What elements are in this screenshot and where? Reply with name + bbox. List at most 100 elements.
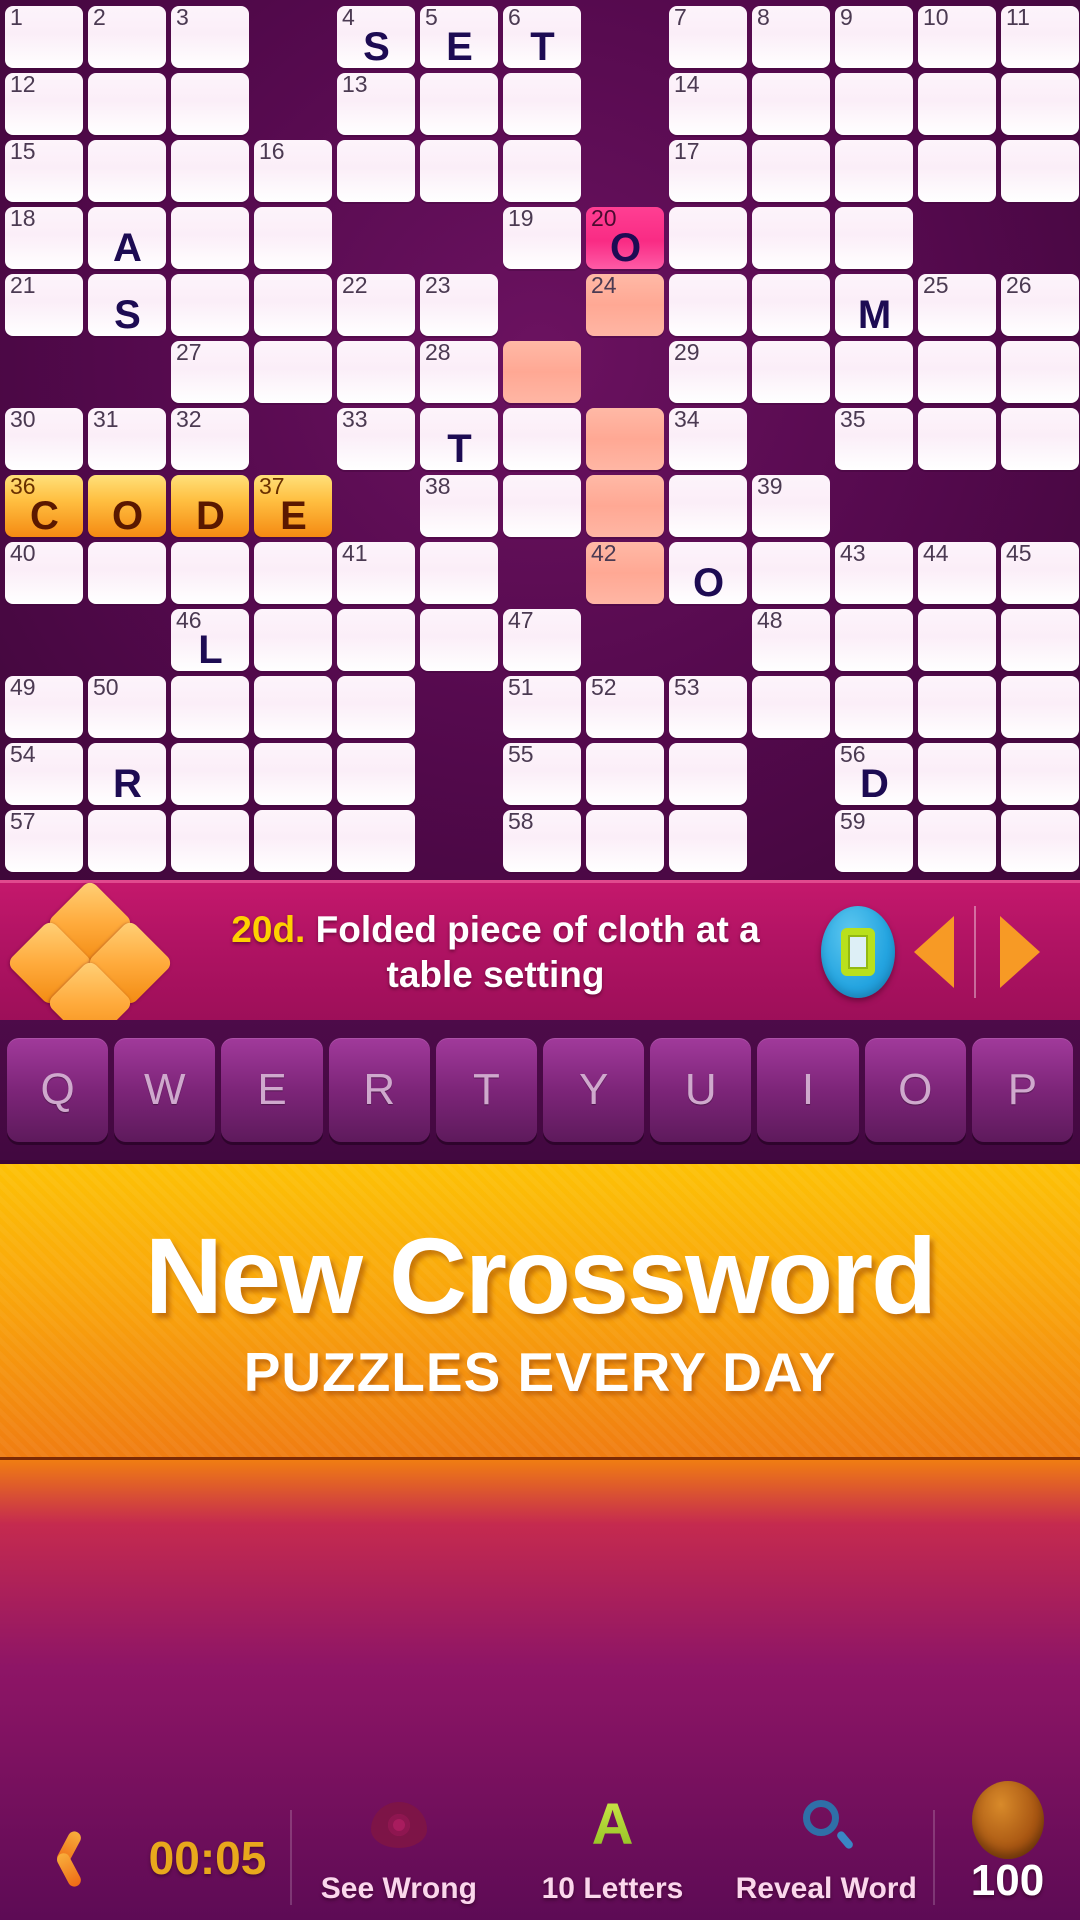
grid-cell[interactable] <box>335 808 418 875</box>
grid-cell[interactable]: D <box>169 473 252 540</box>
grid-cell[interactable] <box>667 205 750 272</box>
grid-cell[interactable]: 30 <box>3 406 86 473</box>
grid-cell[interactable]: 32 <box>169 406 252 473</box>
grid-cell[interactable]: 11 <box>999 4 1080 71</box>
grid-cell[interactable]: 28 <box>418 339 501 406</box>
grid-cell[interactable]: 40 <box>3 540 86 607</box>
grid-cell[interactable]: 19 <box>501 205 584 272</box>
grid-cell[interactable]: 34 <box>667 406 750 473</box>
grid-cell[interactable]: 14 <box>667 71 750 138</box>
grid-cell[interactable]: 39 <box>750 473 833 540</box>
grid-cell[interactable] <box>501 473 584 540</box>
grid-cell[interactable] <box>252 741 335 808</box>
grid-cell[interactable]: A <box>86 205 169 272</box>
grid-cell[interactable] <box>169 808 252 875</box>
grid-cell[interactable] <box>169 71 252 138</box>
grid-cell[interactable] <box>169 741 252 808</box>
grid-cell[interactable] <box>584 808 667 875</box>
grid-cell[interactable] <box>501 406 584 473</box>
next-clue-button[interactable] <box>996 915 1040 988</box>
grid-cell[interactable]: 55 <box>501 741 584 808</box>
grid-cell[interactable]: 56 D <box>833 741 916 808</box>
grid-cell[interactable] <box>750 205 833 272</box>
key-y[interactable]: Y <box>543 1038 645 1142</box>
grid-cell[interactable]: 35 <box>833 406 916 473</box>
grid-cell[interactable] <box>999 71 1080 138</box>
grid-cell[interactable] <box>252 607 335 674</box>
grid-cell[interactable] <box>584 406 667 473</box>
grid-cell[interactable]: 54 <box>3 741 86 808</box>
grid-cell[interactable] <box>169 674 252 741</box>
grid-cell[interactable] <box>667 741 750 808</box>
grid-cell[interactable] <box>750 71 833 138</box>
grid-cell[interactable] <box>252 808 335 875</box>
key-i[interactable]: I <box>757 1038 859 1142</box>
grid-cell[interactable] <box>501 71 584 138</box>
grid-cell[interactable]: 3 <box>169 4 252 71</box>
grid-cell[interactable]: 18 <box>3 205 86 272</box>
see-wrong-button[interactable]: See Wrong <box>292 1795 506 1920</box>
grid-cell[interactable] <box>999 674 1080 741</box>
grid-cell[interactable] <box>169 540 252 607</box>
grid-cell[interactable]: 58 <box>501 808 584 875</box>
key-p[interactable]: P <box>971 1038 1074 1142</box>
grid-cell[interactable] <box>999 138 1080 205</box>
grid-cell[interactable] <box>750 339 833 406</box>
grid-cell[interactable]: 2 <box>86 4 169 71</box>
ad-banner[interactable]: New Crossword PUZZLES EVERY DAY <box>0 1160 1080 1460</box>
grid-cell[interactable]: 49 <box>3 674 86 741</box>
grid-cell[interactable] <box>667 272 750 339</box>
grid-cell[interactable]: 9 <box>833 4 916 71</box>
grid-cell[interactable] <box>750 138 833 205</box>
grid-cell[interactable] <box>335 138 418 205</box>
grid-cell[interactable]: 37 E <box>252 473 335 540</box>
grid-cell[interactable]: 44 <box>916 540 999 607</box>
grid-cell[interactable] <box>750 540 833 607</box>
grid-cell[interactable]: 53 <box>667 674 750 741</box>
grid-cell[interactable] <box>418 607 501 674</box>
grid-cell[interactable] <box>750 272 833 339</box>
grid-cell[interactable]: R <box>86 741 169 808</box>
clue-list-button[interactable] <box>806 882 910 1022</box>
grid-cell[interactable] <box>833 205 916 272</box>
grid-cell[interactable] <box>833 339 916 406</box>
grid-cell[interactable] <box>999 406 1080 473</box>
grid-cell[interactable] <box>833 674 916 741</box>
key-r[interactable]: R <box>328 1038 430 1142</box>
reveal-word-button[interactable]: Reveal Word <box>719 1795 933 1920</box>
grid-cell[interactable]: 20 O <box>584 205 667 272</box>
grid-cell[interactable] <box>916 741 999 808</box>
grid-cell[interactable]: 45 <box>999 540 1080 607</box>
grid-cell[interactable]: 22 <box>335 272 418 339</box>
key-t[interactable]: T <box>435 1038 538 1142</box>
grid-cell[interactable] <box>833 71 916 138</box>
key-o[interactable]: O <box>864 1038 966 1142</box>
grid-cell[interactable]: O <box>86 473 169 540</box>
grid-cell[interactable] <box>335 607 418 674</box>
grid-cell[interactable] <box>86 808 169 875</box>
grid-cell[interactable] <box>418 138 501 205</box>
grid-cell[interactable]: 23 <box>418 272 501 339</box>
grid-cell[interactable]: 50 <box>86 674 169 741</box>
grid-cell[interactable]: 41 <box>335 540 418 607</box>
grid-cell[interactable] <box>916 138 999 205</box>
grid-cell[interactable]: 48 <box>750 607 833 674</box>
grid-cell[interactable]: M <box>833 272 916 339</box>
grid-cell[interactable]: 17 <box>667 138 750 205</box>
grid-cell[interactable]: 57 <box>3 808 86 875</box>
grid-cell[interactable] <box>169 205 252 272</box>
grid-cell[interactable]: T <box>418 406 501 473</box>
grid-cell[interactable] <box>999 607 1080 674</box>
grid-cell[interactable]: 24 <box>584 272 667 339</box>
grid-cell[interactable]: 13 <box>335 71 418 138</box>
grid-cell[interactable] <box>916 339 999 406</box>
grid-cell[interactable] <box>86 540 169 607</box>
grid-cell[interactable]: 31 <box>86 406 169 473</box>
grid-cell[interactable]: 27 <box>169 339 252 406</box>
grid-cell[interactable] <box>335 741 418 808</box>
grid-cell[interactable] <box>667 808 750 875</box>
grid-cell[interactable]: 38 <box>418 473 501 540</box>
grid-cell[interactable]: 12 <box>3 71 86 138</box>
grid-cell[interactable] <box>252 540 335 607</box>
grid-cell[interactable]: 7 <box>667 4 750 71</box>
